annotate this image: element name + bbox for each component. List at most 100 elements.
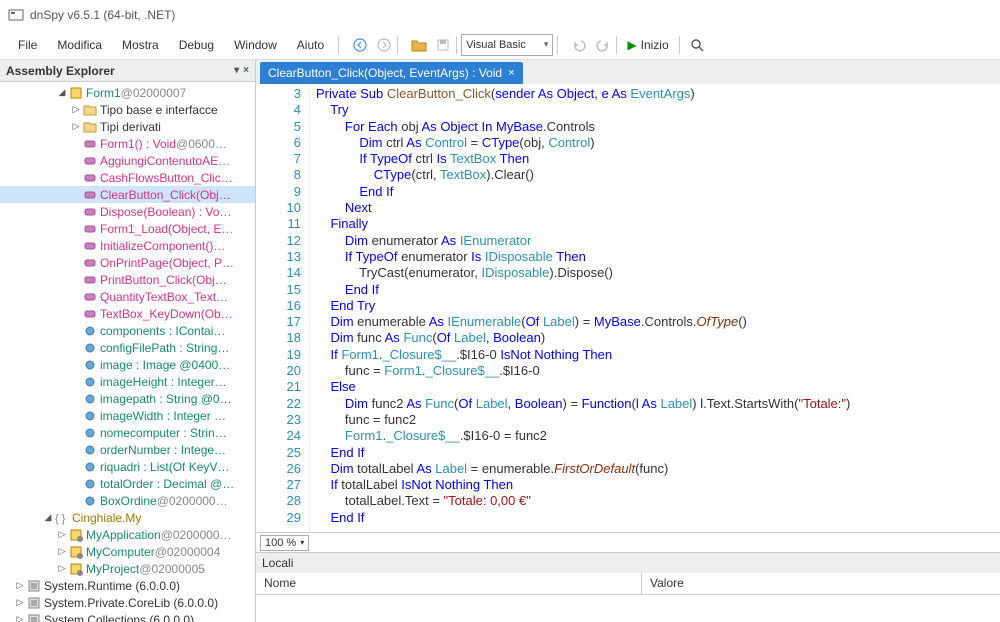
code-line[interactable]: If TypeOf enumerator Is IDisposable Then bbox=[316, 249, 1000, 265]
tree-node[interactable]: QuantityTextBox_Text… bbox=[0, 288, 255, 305]
code-line[interactable]: End If bbox=[316, 510, 1000, 526]
expander-icon[interactable]: ◢ bbox=[56, 87, 68, 98]
tree-node[interactable]: configFilePath : String… bbox=[0, 339, 255, 356]
tree-node[interactable]: totalOrder : Decimal @… bbox=[0, 475, 255, 492]
menu-mostra[interactable]: Mostra bbox=[112, 34, 169, 56]
expander-icon[interactable]: ▷ bbox=[70, 121, 82, 132]
tree-node[interactable]: image : Image @0400… bbox=[0, 356, 255, 373]
tree-node[interactable]: ◢{ }Cinghiale.My bbox=[0, 509, 255, 526]
code-line[interactable]: End Try bbox=[316, 298, 1000, 314]
code-line[interactable]: If TypeOf ctrl Is TextBox Then bbox=[316, 151, 1000, 167]
tree-node[interactable]: ▷MyProject @02000005 bbox=[0, 560, 255, 577]
code-line[interactable]: End If bbox=[316, 184, 1000, 200]
code-line[interactable]: Next bbox=[316, 200, 1000, 216]
language-select[interactable]: Visual Basic ▾ bbox=[461, 34, 553, 56]
class-pv-icon bbox=[68, 545, 84, 559]
tree-node[interactable]: AggiungiContenutoAE… bbox=[0, 152, 255, 169]
expander-icon[interactable]: ▷ bbox=[70, 104, 82, 115]
ns-icon: { } bbox=[54, 511, 70, 525]
expander-icon[interactable]: ▷ bbox=[56, 546, 68, 557]
code-line[interactable]: TryCast(enumerator, IDisposable).Dispose… bbox=[316, 265, 1000, 281]
dropdown-icon[interactable]: ▾ bbox=[234, 65, 239, 76]
code-line[interactable]: Dim func As Func(Of Label, Boolean) bbox=[316, 330, 1000, 346]
locals-col-name[interactable]: Nome bbox=[256, 573, 642, 594]
tree-node[interactable]: BoxOrdine @0200000… bbox=[0, 492, 255, 509]
tree-node[interactable]: PrintButton_Click(Obj… bbox=[0, 271, 255, 288]
code-line[interactable]: Dim func2 As Func(Of Label, Boolean) = F… bbox=[316, 396, 1000, 412]
code-line[interactable]: totalLabel.Text = "Totale: 0,00 €" bbox=[316, 493, 1000, 509]
code-line[interactable]: Private Sub ClearButton_Click(sender As … bbox=[316, 86, 1000, 102]
tree-node[interactable]: Form1() : Void @0600… bbox=[0, 135, 255, 152]
tree-node[interactable]: riquadri : List(Of KeyV… bbox=[0, 458, 255, 475]
code-lines[interactable]: Private Sub ClearButton_Click(sender As … bbox=[310, 84, 1000, 532]
tree-node[interactable]: ▷Tipi derivati bbox=[0, 118, 255, 135]
tab-active[interactable]: ClearButton_Click(Object, EventArgs) : V… bbox=[260, 62, 523, 84]
tree-node[interactable]: ◢Form1 @02000007 bbox=[0, 84, 255, 101]
tree-node[interactable]: Dispose(Boolean) : Vo… bbox=[0, 203, 255, 220]
tree-node[interactable]: ▷MyComputer @02000004 bbox=[0, 543, 255, 560]
expander-icon[interactable]: ◢ bbox=[42, 512, 54, 523]
search-icon[interactable] bbox=[690, 38, 704, 52]
tree-node[interactable]: components : IContai… bbox=[0, 322, 255, 339]
code-line[interactable]: Else bbox=[316, 379, 1000, 395]
tree-node[interactable]: CashFlowsButton_Clic… bbox=[0, 169, 255, 186]
tree-node[interactable]: imagepath : String @0… bbox=[0, 390, 255, 407]
code-line[interactable]: End If bbox=[316, 445, 1000, 461]
menu-window[interactable]: Window bbox=[224, 34, 287, 56]
locals-col-value[interactable]: Valore bbox=[642, 573, 1000, 594]
expander-icon[interactable]: ▷ bbox=[14, 614, 26, 622]
menu-debug[interactable]: Debug bbox=[169, 34, 224, 56]
expander-icon[interactable]: ▷ bbox=[56, 563, 68, 574]
code-line[interactable]: func = func2 bbox=[316, 412, 1000, 428]
tree-node[interactable]: TextBox_KeyDown(Ob… bbox=[0, 305, 255, 322]
code-line[interactable]: If Form1._Closure$__.$I16-0 IsNot Nothin… bbox=[316, 347, 1000, 363]
code-editor[interactable]: 3456789101112131415161718192021222324252… bbox=[256, 84, 1000, 532]
code-line[interactable]: Dim enumerable As IEnumerable(Of Label) … bbox=[316, 314, 1000, 330]
code-line[interactable]: If totalLabel IsNot Nothing Then bbox=[316, 477, 1000, 493]
code-line[interactable]: func = Form1._Closure$__.$I16-0 bbox=[316, 363, 1000, 379]
code-line[interactable]: Dim ctrl As Control = CType(obj, Control… bbox=[316, 135, 1000, 151]
tree-node[interactable]: Form1_Load(Object, E… bbox=[0, 220, 255, 237]
undo-icon[interactable] bbox=[570, 36, 588, 54]
tree-node[interactable]: ▷System.Collections (6.0.0.0) bbox=[0, 611, 255, 622]
nav-back-icon[interactable] bbox=[351, 36, 369, 54]
tree-node[interactable]: OnPrintPage(Object, P… bbox=[0, 254, 255, 271]
code-line[interactable]: CType(ctrl, TextBox).Clear() bbox=[316, 167, 1000, 183]
tree-node[interactable]: imageHeight : Integer… bbox=[0, 373, 255, 390]
tree-node[interactable]: InitializeComponent()… bbox=[0, 237, 255, 254]
tree-node[interactable]: ▷System.Private.CoreLib (6.0.0.0) bbox=[0, 594, 255, 611]
line-number: 26 bbox=[256, 461, 301, 477]
code-line[interactable]: For Each obj As Object In MyBase.Control… bbox=[316, 119, 1000, 135]
expander-icon[interactable]: ▷ bbox=[14, 597, 26, 608]
zoom-value[interactable]: 100 % ▾ bbox=[260, 535, 309, 551]
redo-icon[interactable] bbox=[594, 36, 612, 54]
expander-icon[interactable]: ▷ bbox=[56, 529, 68, 540]
tree-node[interactable]: ▷System.Runtime (6.0.0.0) bbox=[0, 577, 255, 594]
tree[interactable]: ◢Form1 @02000007▷Tipo base e interfacce▷… bbox=[0, 82, 255, 622]
code-line[interactable]: Dim totalLabel As Label = enumerable.Fir… bbox=[316, 461, 1000, 477]
tree-node[interactable]: ▷Tipo base e interfacce bbox=[0, 101, 255, 118]
code-line[interactable]: Dim enumerator As IEnumerator bbox=[316, 233, 1000, 249]
tree-node[interactable]: orderNumber : Intege… bbox=[0, 441, 255, 458]
asm-icon bbox=[26, 579, 42, 593]
menu-modifica[interactable]: Modifica bbox=[47, 34, 112, 56]
tree-node[interactable]: nomecomputer : Strin… bbox=[0, 424, 255, 441]
tree-node[interactable]: ClearButton_Click(Obj… bbox=[0, 186, 255, 203]
close-icon[interactable]: × bbox=[508, 67, 514, 79]
nav-forward-icon[interactable] bbox=[375, 36, 393, 54]
close-icon[interactable]: × bbox=[243, 65, 249, 76]
tree-node[interactable]: imageWidth : Integer … bbox=[0, 407, 255, 424]
code-line[interactable]: Try bbox=[316, 102, 1000, 118]
menu-aiuto[interactable]: Aiuto bbox=[287, 34, 334, 56]
code-line[interactable]: Finally bbox=[316, 216, 1000, 232]
open-icon[interactable] bbox=[410, 36, 428, 54]
line-number: 29 bbox=[256, 510, 301, 526]
tree-node[interactable]: ▷MyApplication @0200000… bbox=[0, 526, 255, 543]
menu-file[interactable]: File bbox=[8, 34, 47, 56]
separator bbox=[557, 36, 558, 54]
start-button[interactable]: ▶ Inizio bbox=[621, 36, 674, 54]
save-all-icon[interactable] bbox=[434, 36, 452, 54]
expander-icon[interactable]: ▷ bbox=[14, 580, 26, 591]
code-line[interactable]: End If bbox=[316, 282, 1000, 298]
code-line[interactable]: Form1._Closure$__.$I16-0 = func2 bbox=[316, 428, 1000, 444]
